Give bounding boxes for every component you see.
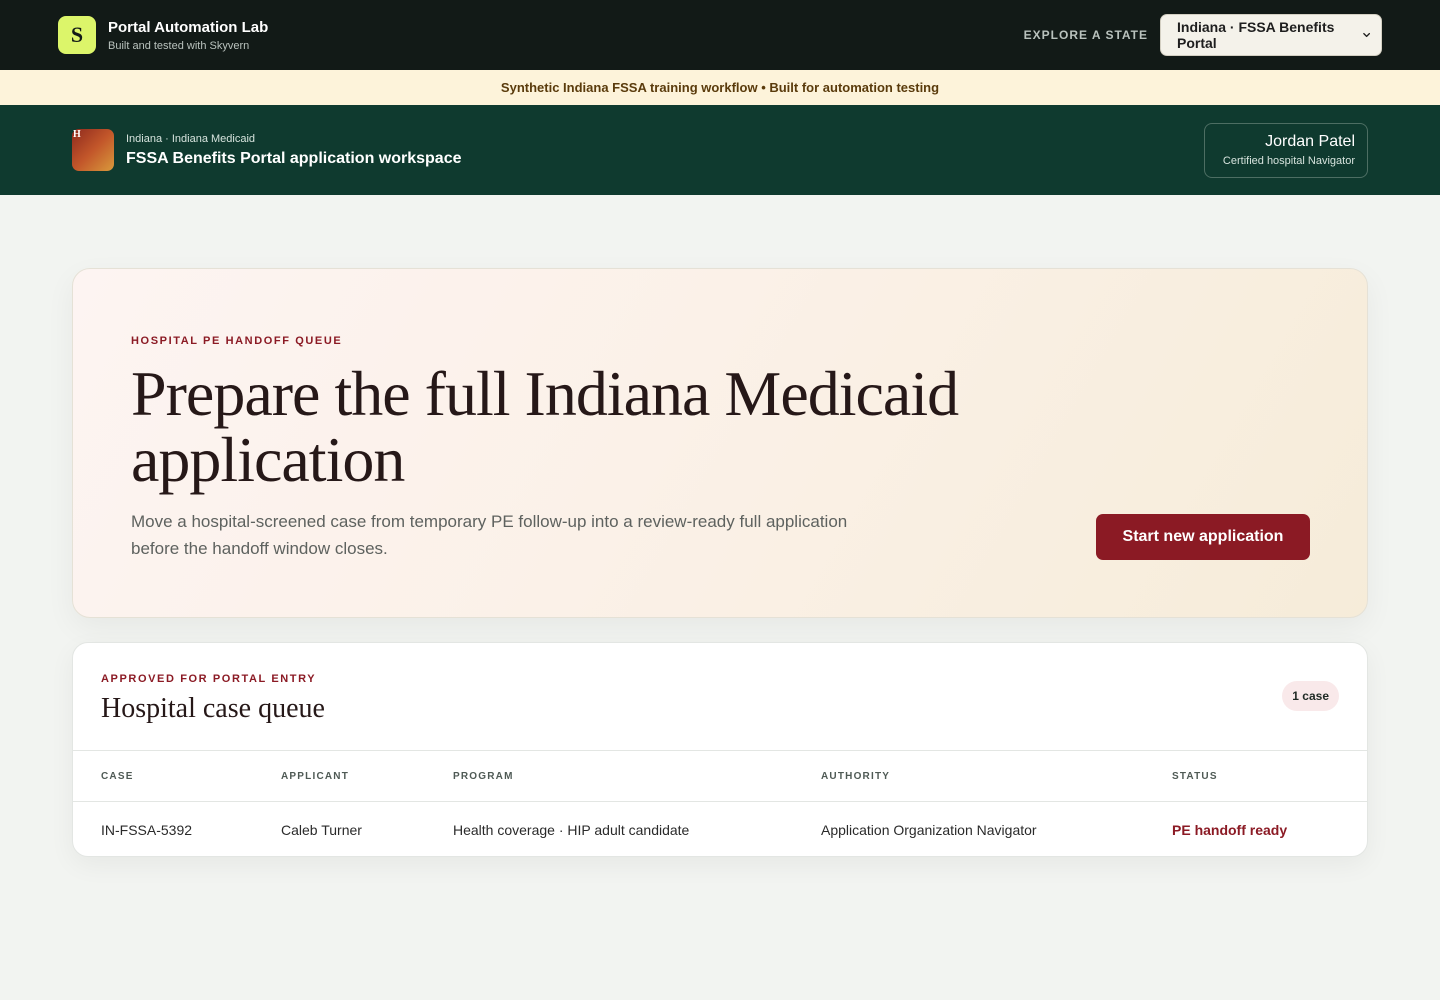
brand-title: Portal Automation Lab: [108, 18, 269, 36]
hero-title: Prepare the full Indiana Medicaid applic…: [131, 358, 959, 495]
agency-title: FSSA Benefits Portal application workspa…: [126, 149, 462, 167]
state-select-value: Indiana · FSSA Benefits Portal: [1177, 19, 1335, 51]
case-id-cell: IN-FSSA-5392: [101, 821, 193, 838]
authority-cell: Application Organization Navigator: [821, 821, 1037, 838]
column-header-case: CASE: [73, 750, 281, 802]
column-header-authority: AUTHORITY: [821, 750, 1172, 802]
agency-seal-letter: H: [73, 129, 81, 140]
start-new-application-button[interactable]: Start new application: [1096, 514, 1310, 560]
agency-header: H Indiana · Indiana Medicaid FSSA Benefi…: [0, 105, 1440, 195]
top-app-bar: S Portal Automation Lab Built and tested…: [0, 0, 1440, 70]
status-cell: PE handoff ready: [1172, 802, 1367, 857]
state-select[interactable]: Indiana · FSSA Benefits Portal: [1160, 14, 1382, 56]
brand-text: Portal Automation Lab Built and tested w…: [108, 19, 268, 52]
hero-card: HOSPITAL PE HANDOFF QUEUE Prepare the fu…: [72, 268, 1368, 618]
queue-title: Hospital case queue: [101, 693, 325, 724]
brand[interactable]: S Portal Automation Lab Built and tested…: [58, 16, 268, 54]
training-banner: Synthetic Indiana FSSA training workflow…: [0, 70, 1440, 105]
case-queue-card: APPROVED FOR PORTAL ENTRY Hospital case …: [72, 642, 1368, 857]
column-header-applicant: APPLICANT: [281, 750, 453, 802]
queue-kicker: APPROVED FOR PORTAL ENTRY: [101, 673, 317, 685]
hero-kicker: HOSPITAL PE HANDOFF QUEUE: [131, 335, 343, 347]
case-count-badge: 1 case: [1282, 681, 1339, 711]
brand-subtitle: Built and tested with Skyvern: [108, 39, 250, 52]
user-name: Jordan Patel: [1265, 133, 1355, 150]
chevron-down-icon: [1362, 32, 1370, 38]
case-table: CASE APPLICANT PROGRAM AUTHORITY STATUS …: [73, 750, 1367, 857]
status-text: PE handoff ready: [1172, 821, 1288, 838]
table-row[interactable]: IN-FSSA-5392 Caleb Turner Health coverag…: [73, 802, 1367, 857]
state-picker: EXPLORE A STATE Indiana · FSSA Benefits …: [1024, 14, 1382, 56]
explore-state-label: EXPLORE A STATE: [1023, 28, 1148, 42]
column-header-status: STATUS: [1172, 750, 1367, 802]
applicant-cell: Caleb Turner: [281, 821, 362, 838]
column-header-program: PROGRAM: [453, 750, 821, 802]
brand-logo-icon: S: [58, 16, 96, 54]
training-banner-text: Synthetic Indiana FSSA training workflow…: [500, 80, 940, 95]
table-header-row: CASE APPLICANT PROGRAM AUTHORITY STATUS: [73, 750, 1367, 802]
agency-identity: H Indiana · Indiana Medicaid FSSA Benefi…: [72, 129, 462, 171]
agency-breadcrumb: Indiana · Indiana Medicaid: [126, 132, 256, 145]
program-cell: Health coverage · HIP adult candidate: [453, 821, 690, 838]
hero-description: Move a hospital-screened case from tempo…: [131, 512, 848, 558]
agency-text: Indiana · Indiana Medicaid FSSA Benefits…: [126, 133, 462, 168]
agency-seal-icon: H: [72, 129, 114, 171]
user-card[interactable]: Jordan Patel Certified hospital Navigato…: [1204, 122, 1368, 178]
user-role: Certified hospital Navigator: [1222, 155, 1355, 167]
